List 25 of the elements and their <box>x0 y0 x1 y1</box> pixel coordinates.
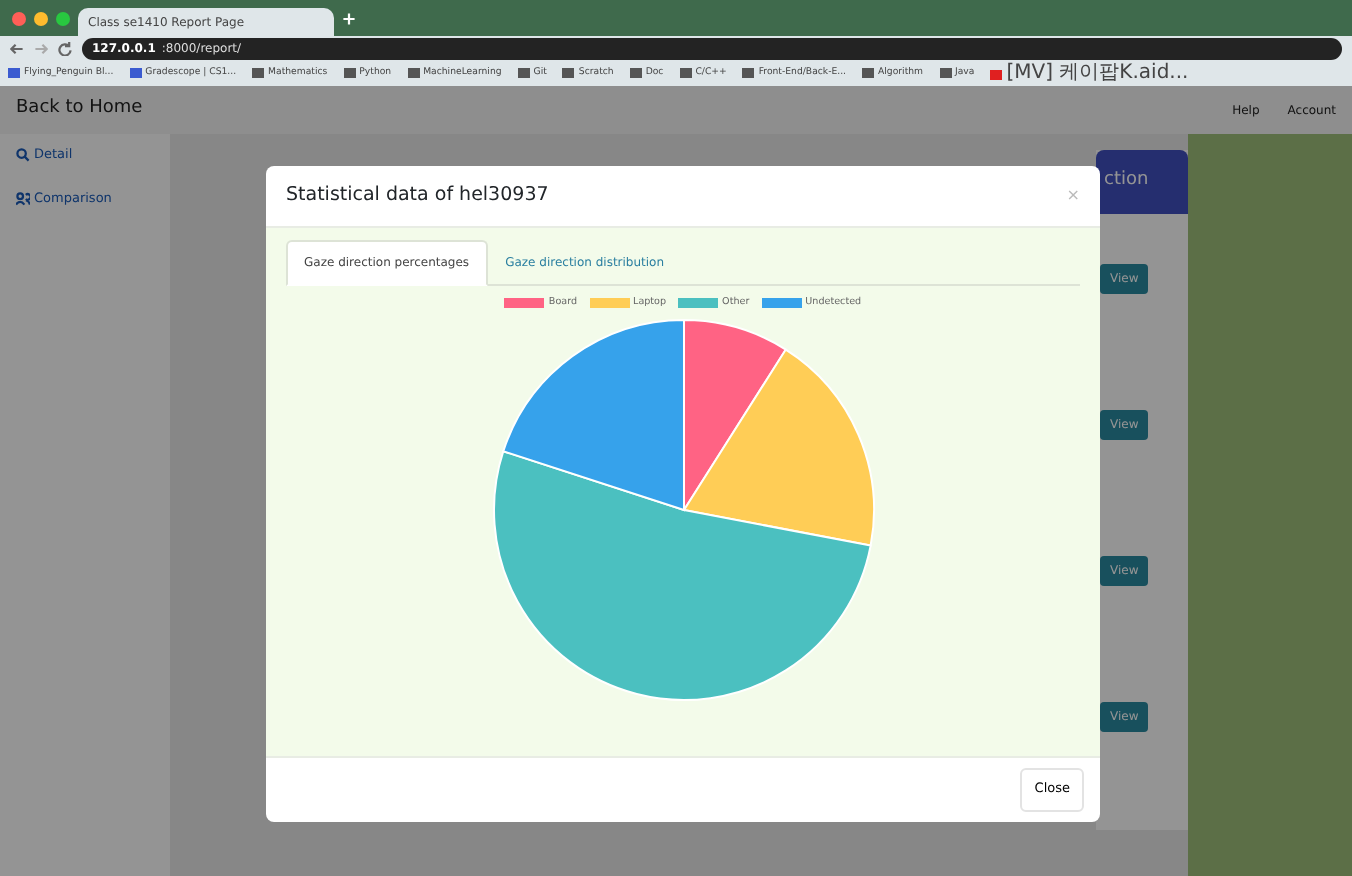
folder-icon <box>517 68 530 79</box>
folder-icon <box>862 68 875 79</box>
new-tab-icon[interactable] <box>342 11 356 25</box>
home-link[interactable]: Back to Home <box>16 96 143 124</box>
folder-icon <box>407 68 420 79</box>
legend-swatch <box>504 298 545 309</box>
legend-swatch <box>589 298 630 309</box>
video-icon <box>990 69 1003 79</box>
folder-icon <box>343 68 356 79</box>
folder-icon <box>742 68 755 79</box>
card-header: ction <box>1096 150 1188 214</box>
back-icon[interactable] <box>10 42 24 56</box>
page-icon <box>129 68 142 79</box>
folder-icon <box>252 68 265 79</box>
reload-icon[interactable] <box>58 42 72 56</box>
page-icon <box>8 68 20 79</box>
search-icon[interactable] <box>16 148 30 163</box>
folder-icon <box>939 68 952 79</box>
users-icon[interactable] <box>16 192 30 207</box>
legend-swatch <box>761 298 802 309</box>
folder-icon <box>629 68 642 79</box>
legend-swatch <box>678 298 719 309</box>
folder-icon <box>679 68 692 79</box>
modal-title: Statistical data of hel30937 <box>286 181 549 210</box>
folder-icon <box>562 68 575 79</box>
